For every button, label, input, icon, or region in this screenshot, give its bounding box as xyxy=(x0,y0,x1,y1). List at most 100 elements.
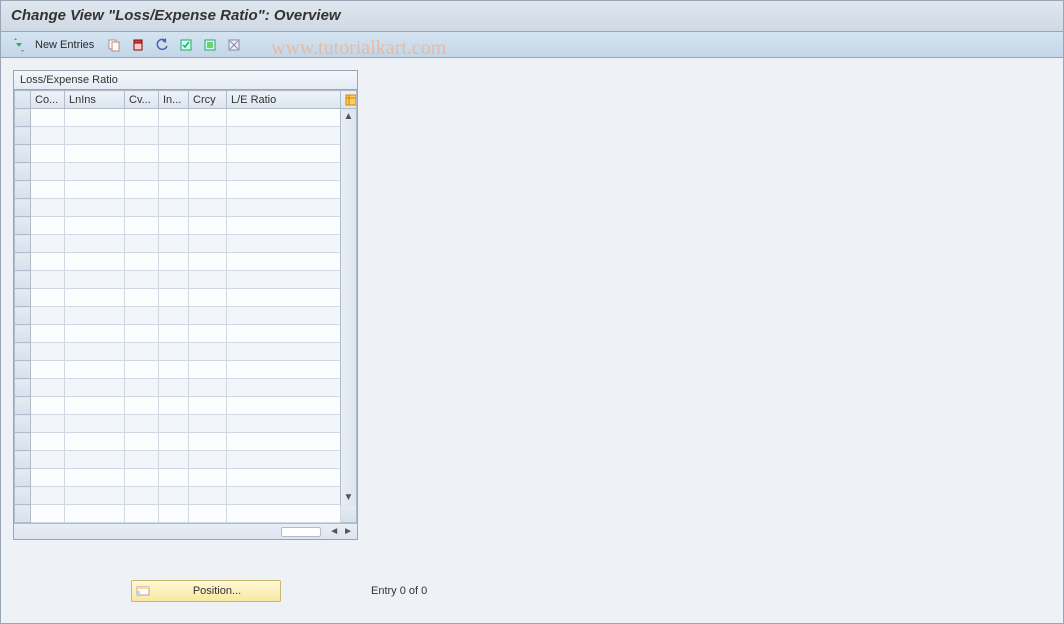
cell[interactable] xyxy=(65,163,125,181)
col-header[interactable]: In... xyxy=(159,91,189,109)
table-row[interactable] xyxy=(15,379,357,397)
cell[interactable] xyxy=(159,145,189,163)
cell[interactable] xyxy=(31,235,65,253)
cell[interactable] xyxy=(227,217,341,235)
cell[interactable] xyxy=(31,343,65,361)
cell[interactable] xyxy=(227,289,341,307)
cell[interactable] xyxy=(65,325,125,343)
cell[interactable] xyxy=(31,325,65,343)
cell[interactable] xyxy=(31,289,65,307)
table-row[interactable] xyxy=(15,127,357,145)
row-selector[interactable] xyxy=(15,343,31,361)
cell[interactable] xyxy=(227,181,341,199)
table-row[interactable] xyxy=(15,145,357,163)
cell[interactable] xyxy=(189,235,227,253)
cell[interactable] xyxy=(227,415,341,433)
cell[interactable] xyxy=(159,433,189,451)
cell[interactable] xyxy=(125,181,159,199)
deselect-all-icon[interactable] xyxy=(224,35,244,55)
cell[interactable] xyxy=(31,415,65,433)
table-row[interactable] xyxy=(15,253,357,271)
cell[interactable] xyxy=(125,289,159,307)
cell[interactable] xyxy=(189,217,227,235)
row-selector[interactable] xyxy=(15,127,31,145)
row-selector[interactable] xyxy=(15,199,31,217)
scroll-down-icon[interactable]: ▼ xyxy=(344,493,354,503)
cell[interactable] xyxy=(125,487,159,505)
cell[interactable] xyxy=(65,271,125,289)
cell[interactable] xyxy=(227,433,341,451)
table-row[interactable] xyxy=(15,361,357,379)
cell[interactable] xyxy=(159,505,189,523)
cell[interactable] xyxy=(65,361,125,379)
row-selector[interactable] xyxy=(15,181,31,199)
cell[interactable] xyxy=(189,181,227,199)
cell[interactable] xyxy=(65,451,125,469)
cell[interactable] xyxy=(227,253,341,271)
undo-change-icon[interactable] xyxy=(152,35,172,55)
cell[interactable] xyxy=(227,109,341,127)
table-row[interactable] xyxy=(15,451,357,469)
cell[interactable] xyxy=(125,469,159,487)
cell[interactable] xyxy=(65,307,125,325)
cell[interactable] xyxy=(227,379,341,397)
cell[interactable] xyxy=(159,253,189,271)
cell[interactable] xyxy=(65,145,125,163)
cell[interactable] xyxy=(189,397,227,415)
cell[interactable] xyxy=(65,505,125,523)
copy-as-icon[interactable] xyxy=(104,35,124,55)
cell[interactable] xyxy=(159,235,189,253)
row-selector[interactable] xyxy=(15,253,31,271)
cell[interactable] xyxy=(65,253,125,271)
data-grid[interactable]: Co... LnIns Cv... In... Crcy L/E Ratio xyxy=(14,90,357,523)
table-row[interactable] xyxy=(15,325,357,343)
table-row[interactable] xyxy=(15,343,357,361)
table-row[interactable] xyxy=(15,163,357,181)
row-selector[interactable] xyxy=(15,451,31,469)
cell[interactable] xyxy=(125,271,159,289)
table-row[interactable] xyxy=(15,181,357,199)
vertical-scrollbar[interactable]: ▲ ▼ xyxy=(340,110,356,505)
row-selector[interactable] xyxy=(15,235,31,253)
cell[interactable] xyxy=(159,127,189,145)
cell[interactable] xyxy=(159,217,189,235)
cell[interactable] xyxy=(65,469,125,487)
cell[interactable] xyxy=(189,325,227,343)
col-header[interactable]: LnIns xyxy=(65,91,125,109)
row-selector[interactable] xyxy=(15,289,31,307)
table-row[interactable] xyxy=(15,433,357,451)
cell[interactable] xyxy=(227,127,341,145)
cell[interactable] xyxy=(65,109,125,127)
cell[interactable] xyxy=(125,451,159,469)
cell[interactable] xyxy=(189,127,227,145)
cell[interactable] xyxy=(227,199,341,217)
horizontal-scrollbar[interactable]: ◄ ► xyxy=(14,523,357,539)
cell[interactable] xyxy=(189,487,227,505)
cell[interactable] xyxy=(65,379,125,397)
cell[interactable] xyxy=(159,199,189,217)
cell[interactable] xyxy=(159,163,189,181)
row-selector[interactable] xyxy=(15,217,31,235)
cell[interactable] xyxy=(189,307,227,325)
table-row[interactable] xyxy=(15,199,357,217)
cell[interactable] xyxy=(189,145,227,163)
cell[interactable] xyxy=(31,469,65,487)
cell[interactable] xyxy=(227,505,341,523)
cell[interactable] xyxy=(189,451,227,469)
cell[interactable] xyxy=(125,361,159,379)
cell[interactable] xyxy=(31,199,65,217)
cell[interactable] xyxy=(159,361,189,379)
cell[interactable] xyxy=(227,397,341,415)
cell[interactable] xyxy=(31,127,65,145)
cell[interactable] xyxy=(125,397,159,415)
cell[interactable] xyxy=(31,379,65,397)
cell[interactable] xyxy=(65,343,125,361)
cell[interactable] xyxy=(159,109,189,127)
col-header[interactable]: Crcy xyxy=(189,91,227,109)
cell[interactable] xyxy=(159,181,189,199)
cell[interactable] xyxy=(125,127,159,145)
cell[interactable] xyxy=(125,433,159,451)
cell[interactable] xyxy=(31,451,65,469)
cell[interactable] xyxy=(125,109,159,127)
row-selector[interactable] xyxy=(15,325,31,343)
